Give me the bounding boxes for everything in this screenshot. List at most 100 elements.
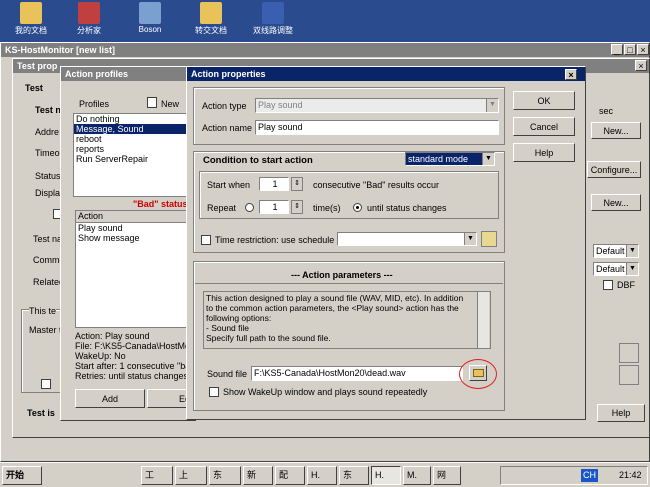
default-select-1[interactable]: Default ▼ [593,244,639,258]
maximize-button[interactable]: □ [624,44,636,55]
taskbar-button-1[interactable]: 工 [141,466,173,485]
chevron-down-icon: ▼ [464,233,476,245]
taskbar-button-9[interactable]: M. [403,466,431,485]
desktop-icon-analyst[interactable]: 分析家 [64,0,114,36]
list-item[interactable]: reports [74,144,196,154]
new-button-1[interactable]: New... [591,122,641,139]
action-profiles-title-bar: Action profiles [61,67,195,81]
dialog-title: Action properties [191,69,266,79]
profiles-list[interactable]: Do nothing Message, Sound reboot reports… [73,113,197,197]
taskbar-button-active[interactable]: H. [371,466,401,485]
profiles-label: Profiles [79,99,110,109]
master-label: Master t [29,325,62,335]
trash-icon[interactable] [619,365,639,385]
desktop-icon-my-documents[interactable]: 我的文档 [6,0,56,36]
app-icon [78,2,100,24]
table-row[interactable]: Show message [76,233,196,243]
chevron-down-icon: ▼ [626,263,638,275]
test-name-field-label: Test na [33,234,63,244]
action-props-title-bar: Action properties [187,67,585,81]
list-item[interactable]: Run ServerRepair [74,154,196,164]
clock[interactable]: 21:42 [619,469,642,482]
taskbar: 开始 工 上 东 新 配 H. 东 H. M. 网 CH 21:42 [0,462,650,487]
action-type-select[interactable]: Play sound ▼ [255,98,499,113]
start-when-spinner[interactable]: ⇕ [291,177,303,191]
folder-icon [20,2,42,24]
taskbar-button-5[interactable]: 配 [275,466,305,485]
repeat-input[interactable]: 1 [259,200,289,214]
repeat-label: Repeat [207,203,237,213]
list-item[interactable]: reboot [74,134,196,144]
new-profile-label[interactable]: New [161,99,179,109]
tool-icon[interactable] [619,343,639,363]
ok-button[interactable]: OK [513,91,575,110]
table-row[interactable]: Play sound [76,223,196,233]
sound-file-label: Sound file [207,369,248,379]
wakeup-checkbox[interactable] [209,387,219,397]
divider [195,283,503,284]
mode-select[interactable]: standard mode ▼ [405,152,495,166]
scrollbar[interactable] [477,292,489,348]
highlight-circle [459,359,497,389]
list-item[interactable]: Do nothing [74,114,196,124]
description-box[interactable]: This action designed to play a sound fil… [203,291,491,349]
schedule-icon[interactable] [481,231,497,247]
time-restriction-checkbox[interactable] [201,235,211,245]
actions-list[interactable]: Action Play sound Show message [75,210,197,328]
add-button[interactable]: Add [75,389,145,408]
action-column-header[interactable]: Action [76,211,196,223]
repeat-count-radio[interactable] [245,203,254,212]
action-type-label: Action type [202,101,247,111]
language-indicator[interactable]: CH [581,469,598,482]
status-label: Status [35,171,61,181]
dialog-close-button[interactable]: × [565,69,577,80]
desktop-icon-dual-line[interactable]: 双线路调整 [248,0,298,36]
start-button[interactable]: 开始 [2,466,42,485]
taskbar-button-4[interactable]: 新 [243,466,273,485]
desktop-icon-boson[interactable]: Boson [125,0,175,34]
schedule-select[interactable]: ▼ [337,232,477,246]
action-name-input[interactable]: Play sound [255,120,499,135]
repeat-spinner[interactable]: ⇕ [291,200,303,214]
until-status-radio[interactable] [353,203,362,212]
test-props-help-button[interactable]: Help [597,404,645,422]
test-is-label: Test is [27,408,55,418]
master-checkbox[interactable] [41,379,51,389]
sound-file-input[interactable]: F:\KS5-Canada\HostMon20\dead.wav [251,366,463,381]
action-profiles-window: Action profiles Profiles New Do nothing … [60,66,197,421]
network-icon [139,2,161,24]
taskbar-button-6[interactable]: H. [307,466,337,485]
new-document-icon[interactable] [147,97,157,108]
taskbar-button-2[interactable]: 上 [175,466,207,485]
bad-status-label: "Bad" status [133,199,188,209]
default-select-2[interactable]: Default ▼ [593,262,639,276]
list-item[interactable]: Message, Sound [74,124,196,134]
window-title: KS-HostMonitor [new list] [5,45,115,55]
test-props-close-button[interactable]: × [635,60,647,71]
time-restriction-label: Time restriction: use schedule [215,235,335,245]
close-button[interactable]: × [637,44,649,55]
start-when-input[interactable]: 1 [259,177,289,191]
chevron-down-icon: ▼ [486,99,498,112]
minimize-button[interactable]: _ [611,44,623,55]
new-button-2[interactable]: New... [591,194,641,211]
system-tray: CH 21:42 [500,466,648,485]
document-icon [262,2,284,24]
help-button[interactable]: Help [513,143,575,162]
taskbar-button-3[interactable]: 东 [209,466,241,485]
desktop: 我的文档 分析家 Boson 转交文档 双线路调整 [0,0,650,42]
desktop-icon-transfer-docs[interactable]: 转交文档 [186,0,236,36]
timeout-label: Timeo [35,148,60,158]
dbf-label: DBF [617,280,635,290]
chevron-down-icon: ▼ [482,153,494,165]
wakeup-label: Show WakeUp window and plays sound repea… [223,387,428,397]
dbf-checkbox[interactable] [603,280,613,290]
repeat-suffix: time(s) [313,203,341,213]
configure-button[interactable]: Configure... [587,161,641,178]
taskbar-button-7[interactable]: 东 [339,466,369,485]
cancel-button[interactable]: Cancel [513,117,575,136]
test-group-label: Test [25,83,43,93]
taskbar-button-10[interactable]: 网 [433,466,461,485]
start-when-label: Start when [207,180,251,190]
action-identity-group [193,87,505,145]
